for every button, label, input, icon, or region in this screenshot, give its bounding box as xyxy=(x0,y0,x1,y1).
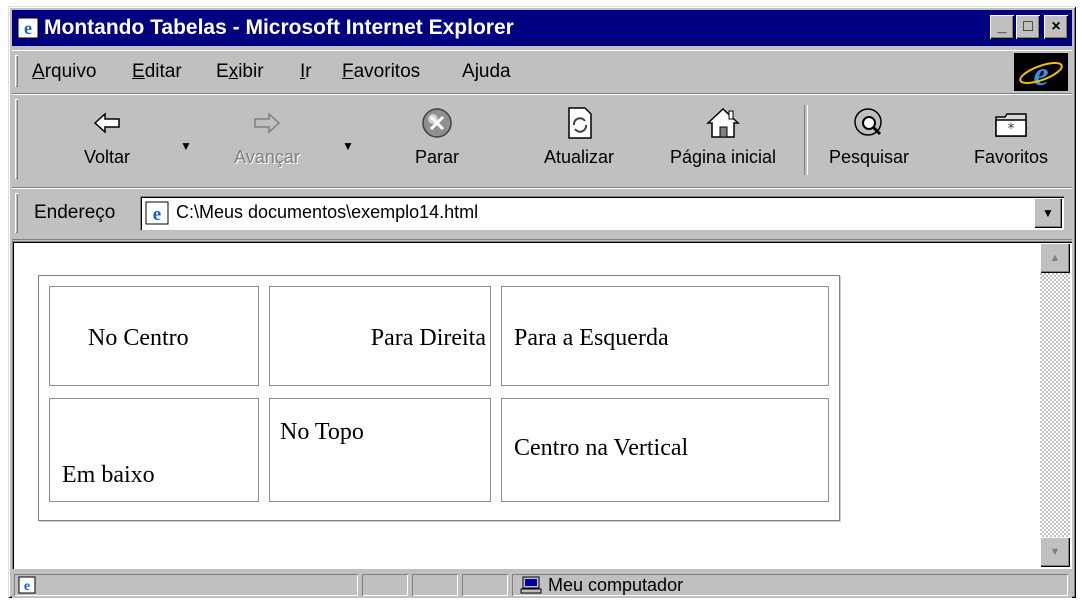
address-input[interactable]: e C:\Meus documentos\exemplo14.html ▼ xyxy=(140,196,1064,230)
back-label: Voltar xyxy=(83,147,131,167)
forward-button[interactable]: Avançar xyxy=(212,101,322,181)
scroll-up-button[interactable]: ▲ xyxy=(1040,243,1070,273)
address-dropdown-button[interactable]: ▼ xyxy=(1034,198,1062,228)
ie-page-icon: e xyxy=(17,17,39,39)
home-label: Página inicial xyxy=(669,147,777,167)
toolbar-grip[interactable] xyxy=(15,99,18,179)
menu-favoritos[interactable]: Favoritos xyxy=(342,61,420,83)
cell-text: Para a Esquerda xyxy=(514,325,669,351)
close-button[interactable]: × xyxy=(1044,15,1068,39)
menu-arquivo[interactable]: Arquivo xyxy=(32,61,96,83)
page-content: No Centro Para Direita Para a Esquerda E… xyxy=(12,241,1072,569)
cell-text: No Topo xyxy=(280,419,364,445)
favorites-label: Favoritos xyxy=(973,147,1049,167)
ie-page-icon: e xyxy=(18,576,36,594)
forward-label: Avançar xyxy=(234,147,300,167)
favorites-icon: * xyxy=(995,113,1027,137)
window-title: Montando Tabelas - Microsoft Internet Ex… xyxy=(44,16,514,39)
refresh-icon xyxy=(568,107,592,139)
standard-toolbar: Voltar ▼ Avançar ▼ Parar Atualizar Págin… xyxy=(12,94,1072,188)
status-panel xyxy=(412,574,458,596)
menu-bar: Arquivo Editar Exibir Ir Favoritos Ajuda… xyxy=(12,50,1072,94)
favorites-button[interactable]: * Favoritos xyxy=(956,101,1066,181)
search-label: Pesquisar xyxy=(828,147,910,167)
stop-button[interactable]: Parar xyxy=(382,101,492,181)
table-cell: Para a Esquerda xyxy=(501,286,829,386)
menu-exibir[interactable]: Exibir xyxy=(216,61,264,83)
status-panel xyxy=(462,574,508,596)
menu-editar[interactable]: Editar xyxy=(132,61,182,83)
cell-text: Para Direita xyxy=(370,325,486,351)
home-icon xyxy=(706,107,740,138)
back-arrow-icon xyxy=(93,112,120,134)
stop-icon xyxy=(422,108,452,138)
cell-text: Centro na Vertical xyxy=(514,435,689,461)
status-zone-text: Meu computador xyxy=(548,575,684,595)
svg-text:e: e xyxy=(1033,56,1048,91)
svg-text:*: * xyxy=(1008,121,1015,137)
svg-text:e: e xyxy=(24,18,32,38)
table-cell: No Topo xyxy=(269,398,491,502)
refresh-button[interactable]: Atualizar xyxy=(524,101,634,181)
status-panel xyxy=(362,574,408,596)
stop-label: Parar xyxy=(414,147,459,167)
home-button[interactable]: Página inicial xyxy=(656,101,790,181)
table-cell: Para Direita xyxy=(269,286,491,386)
address-grip[interactable] xyxy=(15,193,18,233)
forward-arrow-icon xyxy=(254,112,281,134)
menu-grip[interactable] xyxy=(15,55,18,87)
menu-ir[interactable]: Ir xyxy=(300,61,312,83)
table-cell: No Centro xyxy=(49,286,259,386)
toolbar-separator xyxy=(804,105,808,175)
address-bar: Endereço e C:\Meus documentos\exemplo14.… xyxy=(12,188,1072,240)
menu-ajuda[interactable]: Ajuda xyxy=(462,61,511,83)
status-panel-main: e xyxy=(14,574,358,596)
maximize-button[interactable]: □ xyxy=(1016,15,1040,39)
alignment-table: No Centro Para Direita Para a Esquerda E… xyxy=(38,275,840,521)
vertical-scrollbar[interactable]: ▲ ▼ xyxy=(1040,243,1070,567)
refresh-label: Atualizar xyxy=(543,147,615,167)
status-bar: e Meu computador xyxy=(12,572,1072,598)
table-cell: Em baixo xyxy=(49,398,259,502)
table-cell: Centro na Vertical xyxy=(501,398,829,502)
ie-page-icon: e xyxy=(145,201,169,225)
computer-icon xyxy=(520,576,542,594)
cell-text: Em baixo xyxy=(62,462,155,488)
forward-dropdown-arrow[interactable]: ▼ xyxy=(342,139,354,153)
scroll-down-button[interactable]: ▼ xyxy=(1040,537,1070,567)
svg-text:e: e xyxy=(153,204,161,225)
search-icon xyxy=(854,108,882,136)
svg-text:e: e xyxy=(24,579,30,594)
search-button[interactable]: Pesquisar xyxy=(814,101,924,181)
address-url: C:\Meus documentos\exemplo14.html xyxy=(176,202,479,222)
address-label: Endereço xyxy=(34,202,116,223)
back-dropdown-arrow[interactable]: ▼ xyxy=(180,139,192,153)
cell-text: No Centro xyxy=(88,325,189,351)
back-button[interactable]: Voltar xyxy=(52,101,162,181)
minimize-button[interactable]: _ xyxy=(990,15,1014,39)
browser-window: e Montando Tabelas - Microsoft Internet … xyxy=(8,6,1076,598)
ie-logo-icon: e xyxy=(1014,53,1068,93)
title-bar[interactable]: e Montando Tabelas - Microsoft Internet … xyxy=(12,10,1072,46)
